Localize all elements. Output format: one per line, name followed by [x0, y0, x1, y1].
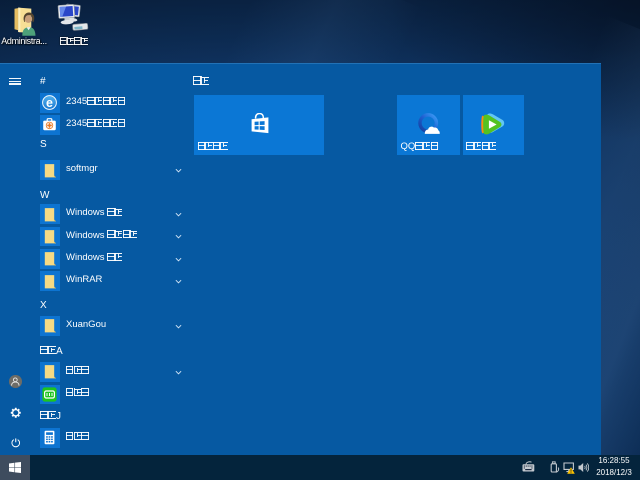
svg-text:e: e — [46, 96, 53, 110]
